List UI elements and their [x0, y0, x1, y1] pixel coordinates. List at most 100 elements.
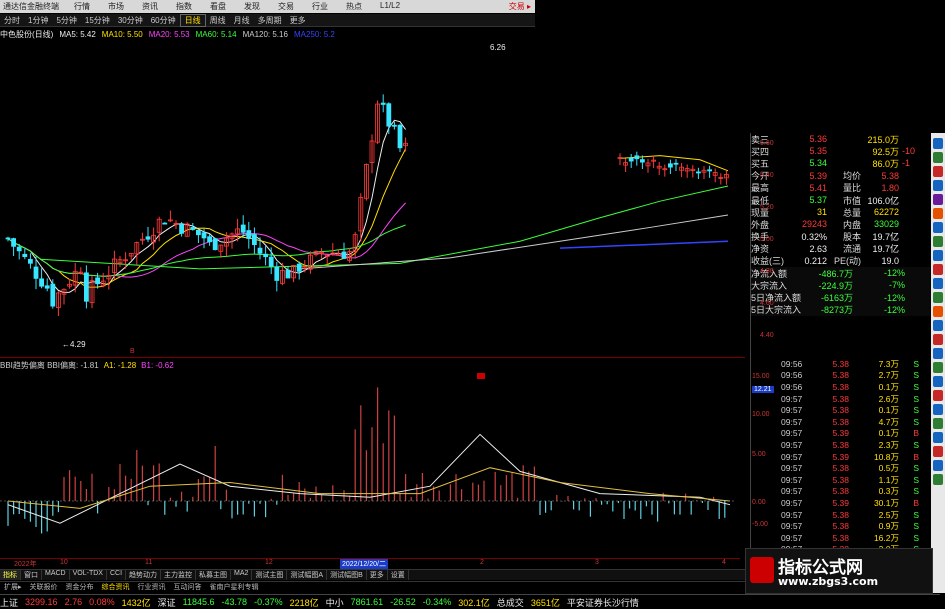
price-axis-label: 4.60	[760, 300, 774, 307]
trade-row: 09:56 5.38 7.3万 S	[751, 358, 930, 370]
period-tab[interactable]: 周线	[206, 15, 230, 26]
period-tab[interactable]: 15分钟	[81, 15, 114, 26]
candle-body	[296, 263, 302, 272]
trade-side: B	[913, 451, 919, 462]
info-tab[interactable]: 关联报价	[26, 582, 62, 591]
period-tab[interactable]: 5分钟	[52, 15, 80, 26]
candle-body	[50, 283, 56, 307]
quote-row: 净流入额 -486.7万 -12%	[751, 267, 930, 280]
quote-value: -7%	[888, 280, 905, 291]
info-tab[interactable]: 雀南户星利专辑	[206, 582, 263, 591]
trade-price: 5.38	[832, 463, 849, 474]
toolbar-icon[interactable]	[933, 138, 943, 149]
toolbar-icon[interactable]	[933, 166, 943, 177]
indicator-tab[interactable]: 主力监控	[161, 570, 197, 580]
info-tab[interactable]: 资金分布	[62, 582, 98, 591]
ma-line	[7, 148, 407, 288]
period-tab[interactable]: 30分钟	[114, 15, 147, 26]
period-tab[interactable]: 分时	[0, 15, 24, 26]
ma-legend-item: MA250: 5.2	[293, 29, 335, 39]
ma-legend: 中色股份(日线) MA5: 5.42 MA10: 5.50 MA20: 5.53 MA6…	[0, 28, 535, 40]
toolbar-icon[interactable]	[933, 306, 943, 317]
trade-price: 5.38	[832, 474, 849, 485]
toolbar-icon[interactable]	[933, 152, 943, 163]
menu-item[interactable]: 发现	[235, 1, 269, 12]
toolbar-icon[interactable]	[933, 292, 943, 303]
menu-item[interactable]: 热点	[337, 1, 371, 12]
toolbar-icon[interactable]	[933, 250, 943, 261]
toolbar-icon[interactable]	[933, 432, 943, 443]
trade-button[interactable]: 交易 ▸	[509, 1, 535, 12]
indicator-tab[interactable]: 私募主图	[196, 570, 232, 580]
indicator-tab[interactable]: 测试幅图A	[287, 570, 328, 580]
menu-item[interactable]: L1/L2	[371, 1, 409, 12]
menu-item[interactable]: 交易	[269, 1, 303, 12]
period-tab[interactable]: 日线	[179, 13, 206, 27]
info-tab[interactable]: 互动问答	[170, 582, 206, 591]
indicator-tab[interactable]: 窗口	[21, 570, 42, 580]
status-item: 总成交	[496, 597, 524, 608]
toolbar-icon[interactable]	[933, 236, 943, 247]
quote-value: -6163万	[820, 293, 853, 304]
indicator-tab[interactable]: MACD	[42, 570, 70, 580]
candle-body	[11, 238, 17, 247]
indicator-tab[interactable]: MA2	[231, 570, 253, 580]
trade-volume: 10.8万	[873, 451, 899, 462]
toolbar-icon[interactable]	[933, 348, 943, 359]
toolbar-icon[interactable]	[933, 320, 943, 331]
toolbar-icon[interactable]	[933, 460, 943, 471]
menu-item[interactable]: 指数	[167, 1, 201, 12]
quote-label: PE(动)	[833, 256, 861, 267]
info-tab[interactable]: 扩展▸	[0, 582, 26, 591]
toolbar-icon[interactable]	[933, 222, 943, 233]
candlestick-chart[interactable]: 6.26←4.295.605.405.205.004.804.604.40B	[0, 40, 745, 357]
toolbar-icon[interactable]	[933, 334, 943, 345]
quote-value: 5.36	[809, 134, 827, 145]
indicator-tab[interactable]: 指标	[0, 570, 21, 580]
indicator-tab[interactable]: VOL-TDX	[70, 570, 107, 580]
toolbar-icon[interactable]	[933, 376, 943, 387]
toolbar-icon[interactable]	[933, 404, 943, 415]
status-item: -43.78	[221, 597, 248, 607]
toolbar-icon[interactable]	[933, 390, 943, 401]
trade-side: S	[913, 358, 919, 369]
quote-row: 买五 5.34 86.0万 -1	[751, 157, 930, 169]
toolbar-icon[interactable]	[933, 474, 943, 485]
period-tab[interactable]: 更多	[286, 15, 310, 26]
toolbar-icon[interactable]	[933, 278, 943, 289]
menu-item[interactable]: 资讯	[133, 1, 167, 12]
candle-body	[640, 159, 645, 163]
period-tab[interactable]: 60分钟	[147, 15, 180, 26]
toolbar-icon[interactable]	[933, 362, 943, 373]
toolbar-icon[interactable]	[933, 418, 943, 429]
period-tab[interactable]: 多周期	[254, 15, 286, 26]
indicator-tab[interactable]: CCI	[107, 570, 127, 580]
indicator-tab[interactable]: 设置	[388, 570, 409, 580]
toolbar-icon[interactable]	[933, 264, 943, 275]
toolbar-icon[interactable]	[933, 180, 943, 191]
indicator-tab[interactable]: 测试幅图B	[327, 570, 367, 580]
status-item: 平安证券长沙行情	[566, 597, 639, 608]
toolbar-icon[interactable]	[933, 194, 943, 205]
quote-value: 62272	[873, 207, 899, 218]
quote-value: -12%	[883, 304, 905, 315]
indicator-chart[interactable]	[0, 371, 745, 557]
info-tab[interactable]: 行业资讯	[134, 582, 170, 591]
menu-item[interactable]: 行情	[65, 1, 99, 12]
indicator-tabs: 指标 窗口 MACD VOL-TDX CCI 趋势动力 主力监控 私募主图 MA2 测试主图 测试幅…	[0, 569, 750, 580]
menu-item[interactable]: 看盘	[201, 1, 235, 12]
period-tab[interactable]: 1分钟	[24, 15, 52, 26]
ma-line	[7, 119, 407, 294]
menu-item[interactable]: 市场	[99, 1, 133, 12]
ma250-line	[559, 240, 729, 249]
info-tab[interactable]: 综合资讯	[98, 582, 134, 591]
indicator-tab[interactable]: 更多	[367, 570, 388, 580]
trade-time: 09:56	[781, 358, 803, 369]
indicator-tab[interactable]: 趋势动力	[126, 570, 162, 580]
period-tab[interactable]: 月线	[230, 15, 254, 26]
trade-side: B	[913, 428, 919, 439]
indicator-tab[interactable]: 测试主图	[252, 570, 288, 580]
toolbar-icon[interactable]	[933, 446, 943, 457]
menu-item[interactable]: 行业	[303, 1, 337, 12]
toolbar-icon[interactable]	[933, 208, 943, 219]
